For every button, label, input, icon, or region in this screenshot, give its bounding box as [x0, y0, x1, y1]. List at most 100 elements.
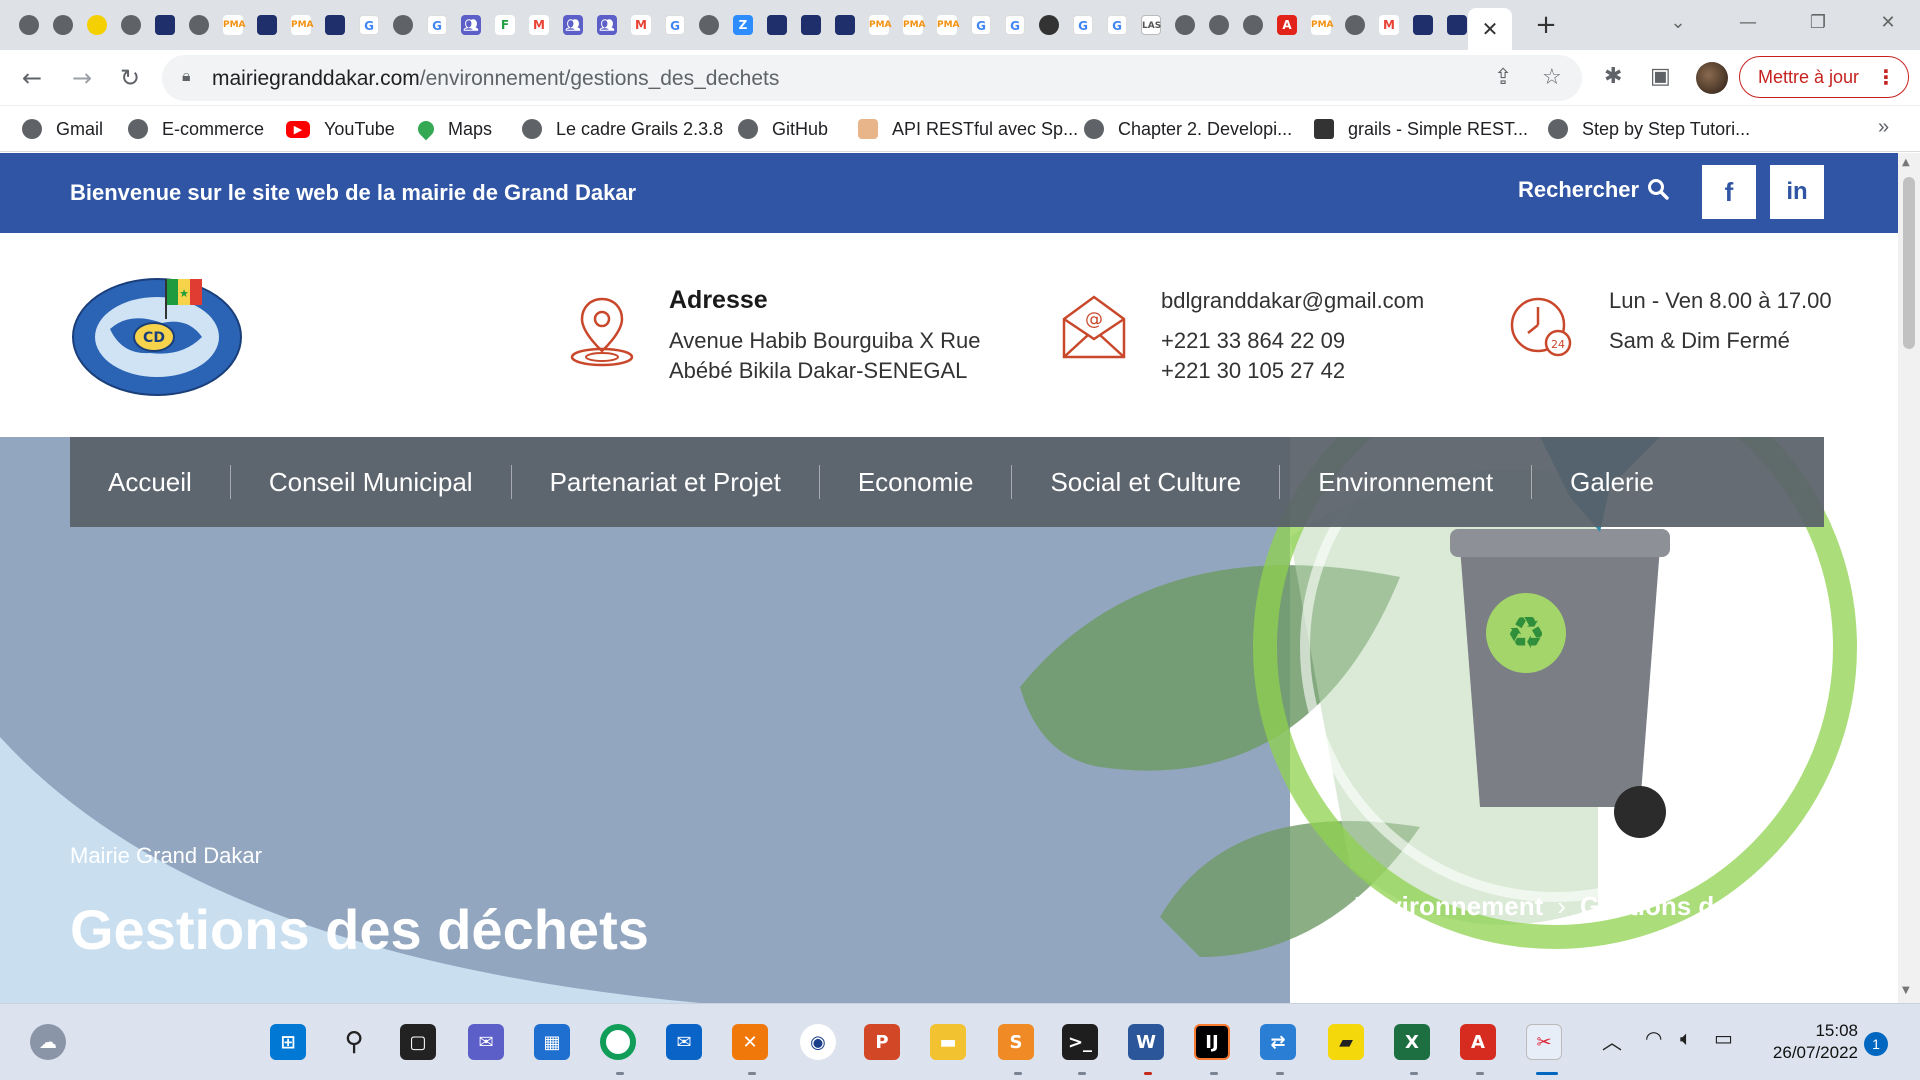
address-bar[interactable]: 🔒︎ mairiegranddakar.com/environnement/ge… [162, 55, 1582, 101]
forward-icon[interactable]: → [66, 62, 98, 94]
search-taskbar-icon[interactable]: ⚲ [336, 1024, 372, 1060]
browser-tab[interactable]: G [352, 12, 386, 38]
browser-tab[interactable] [1032, 12, 1066, 38]
browser-tab[interactable]: A [1270, 12, 1304, 38]
volume-icon[interactable]: 🔈︎ [1680, 1026, 1692, 1050]
app-icon[interactable]: ◉ [800, 1024, 836, 1060]
bookmark-item[interactable]: Maps [414, 115, 492, 143]
scrollbar-thumb[interactable] [1903, 177, 1915, 349]
bookmark-item[interactable]: Step by Step Tutori... [1548, 115, 1750, 143]
url-text[interactable]: mairiegranddakar.com/environnement/gesti… [212, 67, 779, 91]
bookmark-item[interactable]: grails - Simple REST... [1314, 115, 1528, 143]
browser-tab[interactable]: 👥︎ [556, 12, 590, 38]
nav-item-environnement[interactable]: Environnement [1279, 465, 1531, 499]
bookmark-item[interactable]: GitHub [738, 115, 828, 143]
scroll-up-icon[interactable]: ▲ [1902, 157, 1910, 168]
browser-tab[interactable] [250, 12, 284, 38]
bookmark-item[interactable]: Chapter 2. Developi... [1084, 115, 1292, 143]
new-tab-button[interactable]: + [1528, 10, 1564, 40]
bookmark-item[interactable]: Le cadre Grails 2.3.8 [522, 115, 723, 143]
page-scrollbar[interactable]: ▲ ▼ [1898, 153, 1920, 1003]
nav-item-accueil[interactable]: Accueil [70, 465, 230, 499]
share-icon[interactable]: ⇪ [1494, 65, 1512, 90]
bookmark-item[interactable]: API RESTful avec Sp... [858, 115, 1078, 143]
more-bookmarks-icon[interactable]: » [1878, 116, 1889, 139]
browser-tab[interactable]: 👥︎ [454, 12, 488, 38]
browser-tab[interactable]: PMA [930, 12, 964, 38]
browser-tab[interactable] [182, 12, 216, 38]
browser-tab[interactable]: 👥︎ [590, 12, 624, 38]
nav-item-social-et-culture[interactable]: Social et Culture [1011, 465, 1279, 499]
browser-tab[interactable]: M [522, 12, 556, 38]
bookmark-item[interactable]: E-commerce [128, 115, 264, 143]
browser-tab[interactable]: PMA [862, 12, 896, 38]
browser-tab[interactable] [148, 12, 182, 38]
browser-tab[interactable]: G [1066, 12, 1100, 38]
browser-tab[interactable]: G [420, 12, 454, 38]
linkedin-button[interactable]: in [1770, 165, 1824, 219]
minimize-icon[interactable]: — [1718, 0, 1778, 44]
browser-tab[interactable]: PMA [284, 12, 318, 38]
commune-logo[interactable]: CD ★ [70, 271, 244, 399]
browser-tab[interactable]: LAS [1134, 12, 1168, 38]
reload-icon[interactable]: ↻ [114, 62, 146, 94]
excel-icon[interactable]: X [1394, 1024, 1430, 1060]
word-icon[interactable]: W [1128, 1024, 1164, 1060]
browser-tab[interactable] [692, 12, 726, 38]
extensions-icon[interactable]: ✱ [1604, 64, 1622, 89]
browser-tab[interactable] [1338, 12, 1372, 38]
bookmark-star-icon[interactable]: ☆ [1542, 65, 1562, 90]
browser-tab[interactable] [828, 12, 862, 38]
store-icon[interactable]: ▦ [534, 1024, 570, 1060]
xampp-icon[interactable]: ✕ [732, 1024, 768, 1060]
browser-tab[interactable]: F [488, 12, 522, 38]
terminal-icon[interactable]: >_ [1062, 1024, 1098, 1060]
tab-search-icon[interactable]: ⌄ [1648, 0, 1708, 44]
system-clock[interactable]: 15:08 26/07/2022 [1740, 1020, 1858, 1064]
browser-tab[interactable]: Z [726, 12, 760, 38]
browser-tab[interactable] [46, 12, 80, 38]
browser-tab[interactable]: G [1100, 12, 1134, 38]
email-address[interactable]: bdlgranddakar@gmail.com [1161, 286, 1424, 316]
browser-tab[interactable]: M [1372, 12, 1406, 38]
browser-tab[interactable] [794, 12, 828, 38]
browser-tab[interactable] [1236, 12, 1270, 38]
sublime-icon[interactable]: S [998, 1024, 1034, 1060]
nav-item-conseil-municipal[interactable]: Conseil Municipal [229, 465, 511, 499]
browser-tab[interactable]: PMA [216, 12, 250, 38]
weather-icon[interactable]: ☁ [30, 1024, 66, 1060]
task-view-icon[interactable]: ▢ [400, 1024, 436, 1060]
browser-tab[interactable] [386, 12, 420, 38]
browser-tab[interactable] [1202, 12, 1236, 38]
intellij-icon[interactable]: IJ [1194, 1024, 1230, 1060]
breadcrumb-environnement[interactable]: Environnement [1354, 891, 1543, 921]
bookmark-item[interactable]: ▶ YouTube [286, 115, 395, 143]
back-icon[interactable]: ← [16, 62, 48, 94]
powerpoint-icon[interactable]: P [864, 1024, 900, 1060]
browser-tab[interactable] [12, 12, 46, 38]
search-link[interactable]: Rechercher [1518, 177, 1669, 203]
browser-tab[interactable] [1406, 12, 1440, 38]
browser-tab[interactable] [114, 12, 148, 38]
browser-tab[interactable]: G [998, 12, 1032, 38]
profile-avatar[interactable] [1696, 62, 1728, 94]
browser-tab[interactable] [318, 12, 352, 38]
update-button[interactable]: Mettre à jour ⋮ [1739, 56, 1909, 98]
battery-icon[interactable]: ▭ [1714, 1026, 1733, 1050]
browser-tab[interactable]: G [658, 12, 692, 38]
browser-tab[interactable]: M [624, 12, 658, 38]
active-tab[interactable]: ✕ [1468, 8, 1512, 50]
browser-tab[interactable]: PMA [896, 12, 930, 38]
sticky-notes-icon[interactable]: ▰ [1328, 1024, 1364, 1060]
browser-tab[interactable] [80, 12, 114, 38]
mail-icon[interactable]: ✉ [666, 1024, 702, 1060]
nav-item-economie[interactable]: Economie [818, 465, 1012, 499]
nav-item-partenariat-et-projet[interactable]: Partenariat et Projet [510, 465, 819, 499]
close-tab-icon[interactable]: ✕ [1482, 17, 1499, 41]
close-window-icon[interactable]: ✕ [1858, 0, 1918, 44]
browser-tab[interactable] [1168, 12, 1202, 38]
restore-icon[interactable]: ❐ [1788, 0, 1848, 44]
browser-tab[interactable]: PMA [1304, 12, 1338, 38]
chevron-up-icon[interactable]: ︿ [1602, 1026, 1622, 1055]
menu-dots-icon[interactable]: ⋮ [1876, 65, 1896, 90]
